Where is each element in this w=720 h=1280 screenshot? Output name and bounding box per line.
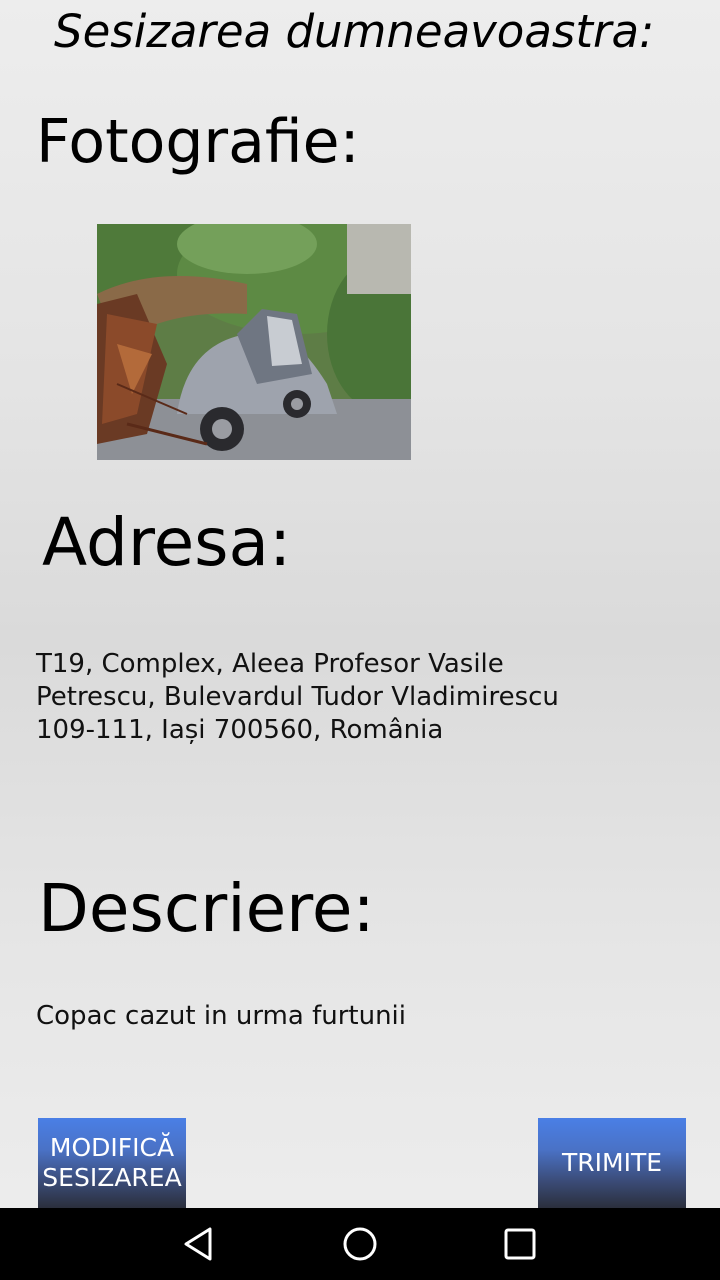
modify-button-label-line1: MODIFICĂ: [49, 1133, 175, 1162]
page-title: Sesizarea dumneavoastra:: [54, 5, 655, 58]
home-button[interactable]: [300, 1208, 420, 1280]
description-label: Descriere:: [38, 870, 375, 947]
back-icon: [184, 1227, 212, 1261]
system-navigation-bar: [0, 1208, 720, 1280]
photo-label: Fotografie:: [36, 107, 360, 177]
address-value: T19, Complex, Aleea Profesor Vasile Petr…: [36, 648, 596, 747]
modify-button-label-line2: SESIZAREA: [42, 1163, 182, 1192]
modify-report-button[interactable]: MODIFICĂ SESIZAREA: [38, 1118, 186, 1208]
address-line: Petrescu, Bulevardul Tudor Vladimirescu: [36, 682, 559, 712]
description-value: Copac cazut in urma furtunii: [36, 1001, 406, 1031]
recent-apps-button[interactable]: [460, 1208, 580, 1280]
address-line: 109-111, Iași 700560, România: [36, 715, 444, 745]
recent-apps-icon: [504, 1228, 536, 1260]
address-label: Adresa:: [42, 504, 292, 581]
report-summary-screen: Sesizarea dumneavoastra: Fotografie: Adr…: [0, 0, 720, 1208]
back-button[interactable]: [140, 1208, 260, 1280]
send-button[interactable]: TRIMITE: [538, 1118, 686, 1208]
home-icon: [343, 1227, 377, 1261]
report-photo: [97, 224, 411, 460]
address-line: T19, Complex, Aleea Profesor Vasile: [36, 649, 504, 679]
